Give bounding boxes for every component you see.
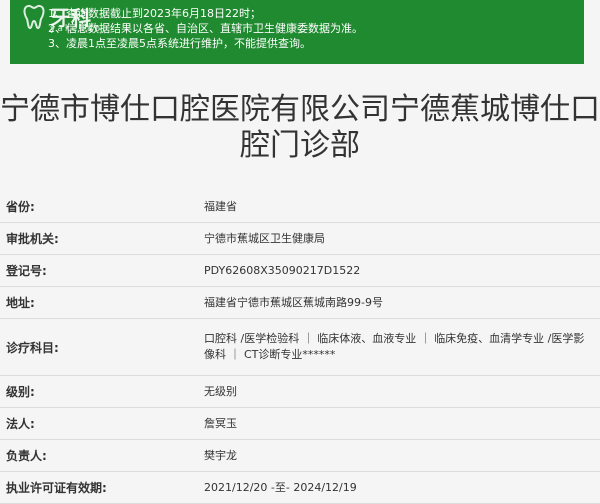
detail-value: 无级别: [204, 384, 237, 398]
detail-row-level: 级别: 无级别: [0, 376, 600, 408]
notice-line-2: 2、信息数据结果以各省、自治区、直辖市卫生健康委数据为准。: [48, 22, 363, 35]
details-table: 省份: 福建省 审批机关: 宁德市蕉城区卫生健康局 登记号: PDY62608X…: [0, 191, 600, 504]
detail-label: 登记号:: [6, 264, 47, 278]
page-title: 宁德市博仕口腔医院有限公司宁德蕉城博仕口腔门诊部: [0, 92, 600, 163]
detail-value: 樊宇龙: [204, 448, 237, 462]
detail-row-license-validity: 执业许可证有效期: 2021/12/20 -至- 2024/12/19: [0, 472, 600, 504]
detail-row-province: 省份: 福建省: [0, 191, 600, 223]
detail-label: 地址:: [6, 296, 35, 310]
detail-row-legal-person: 法人: 詹冥玉: [0, 408, 600, 440]
detail-label: 负责人:: [6, 449, 47, 463]
detail-row-approver: 审批机关: 宁德市蕉城区卫生健康局: [0, 223, 600, 255]
detail-value: 口腔科 /医学检验科 ｜ 临床体液、血液专业 ｜ 临床免疫、血清学专业 /医学影…: [204, 332, 585, 361]
notice-line-1: 1、查询数据截止到2023年6月18日22时；: [48, 7, 261, 20]
detail-label: 诊疗科目:: [6, 340, 59, 355]
tooth-icon: [23, 4, 45, 29]
detail-value: 2021/12/20 -至- 2024/12/19: [204, 480, 357, 494]
detail-label: 审批机关:: [6, 232, 59, 246]
detail-value: PDY62608X35090217D1522: [204, 263, 361, 277]
notice-line-3: 3、凌晨1点至凌晨5点系统进行维护，不能提供查询。: [48, 37, 311, 50]
detail-value: 宁德市蕉城区卫生健康局: [204, 231, 325, 245]
detail-value: 詹冥玉: [204, 416, 237, 430]
detail-row-address: 地址: 福建省宁德市蕉城区蕉城南路99-9号: [0, 287, 600, 319]
detail-label: 执业许可证有效期:: [6, 481, 107, 495]
detail-value: 福建省宁德市蕉城区蕉城南路99-9号: [204, 295, 383, 309]
detail-row-departments: 诊疗科目: 口腔科 /医学检验科 ｜ 临床体液、血液专业 ｜ 临床免疫、血清学专…: [0, 319, 600, 376]
detail-value: 福建省: [204, 199, 237, 213]
detail-label: 级别:: [6, 385, 35, 399]
detail-row-responsible: 负责人: 樊宇龙: [0, 440, 600, 472]
detail-label: 省份:: [6, 200, 35, 214]
detail-label: 法人:: [6, 417, 35, 431]
logo-subtext: yakebao: [50, 24, 103, 34]
detail-row-registration: 登记号: PDY62608X35090217D1522: [0, 255, 600, 287]
